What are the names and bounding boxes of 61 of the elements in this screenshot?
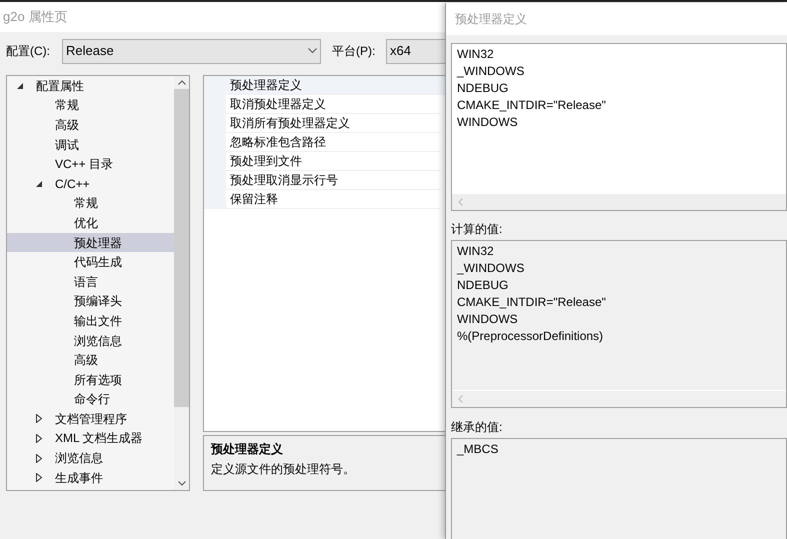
computed-line: WIN32	[457, 243, 495, 260]
expanded-arrow-icon[interactable]	[36, 180, 42, 187]
definition-line: WIN32	[457, 46, 495, 63]
tree-item[interactable]: 高级	[7, 115, 174, 135]
configuration-dropdown[interactable]: Release	[62, 38, 321, 64]
computed-line: %(PreprocessorDefinitions)	[457, 328, 604, 345]
description-text: 定义源文件的预处理符号。	[211, 461, 356, 478]
scrollbar-thumb[interactable]	[174, 89, 189, 407]
tree-item[interactable]: 语言	[7, 272, 174, 292]
property-name[interactable]: 预处理到文件	[226, 152, 441, 171]
tree-item[interactable]: 常规	[7, 96, 174, 116]
platform-label: 平台(P):	[332, 43, 376, 60]
collapsed-arrow-icon[interactable]	[36, 414, 42, 424]
definition-line: NDEBUG	[457, 80, 510, 97]
computed-line: CMAKE_INTDIR="Release"	[457, 294, 607, 311]
property-name[interactable]: 取消所有预处理器定义	[226, 114, 441, 133]
tree-item[interactable]: 生成事件	[7, 468, 174, 488]
configuration-label: 配置(C):	[6, 43, 51, 60]
definitions-field[interactable]: WIN32 _WINDOWS NDEBUG CMAKE_INTDIR="Release" WINDOWS	[451, 43, 787, 211]
definition-line: CMAKE_INTDIR="Release"	[457, 97, 607, 114]
inherited-line: _MBCS	[457, 441, 500, 458]
expanded-arrow-icon[interactable]	[17, 82, 23, 89]
tree-item[interactable]: 调试	[7, 134, 174, 154]
tree-item[interactable]: 常规	[7, 194, 174, 214]
collapsed-arrow-icon[interactable]	[36, 473, 42, 482]
scroll-up-icon[interactable]	[178, 80, 186, 85]
tree-item[interactable]: 优化	[7, 213, 174, 233]
window-title: g2o 属性页	[3, 8, 68, 26]
inherited-label: 继承的值:	[451, 419, 504, 436]
tree-item[interactable]: 浏览信息	[7, 330, 174, 350]
tree-item[interactable]: 配置属性	[7, 76, 174, 96]
definition-line: WINDOWS	[457, 114, 519, 131]
tree-item[interactable]: 预编译头	[7, 292, 174, 312]
dialog-title: 预处理器定义	[455, 11, 527, 28]
tree-item[interactable]: 预处理器	[7, 232, 174, 252]
tree-item[interactable]: 代码生成	[7, 252, 174, 272]
computed-line: _WINDOWS	[457, 260, 526, 277]
tree-item[interactable]: 命令行	[7, 390, 174, 410]
computed-line: WINDOWS	[457, 311, 519, 328]
property-name[interactable]: 预处理取消显示行号	[226, 171, 441, 190]
property-name[interactable]: 忽略标准包含路径	[226, 133, 441, 152]
chevron-down-icon	[308, 48, 317, 54]
tree-item[interactable]: 文档管理程序	[7, 409, 174, 429]
property-name[interactable]: 取消预处理器定义	[226, 95, 441, 114]
tree-item[interactable]: 输出文件	[7, 311, 174, 331]
scroll-down-icon[interactable]	[178, 481, 186, 486]
computed-line: NDEBUG	[457, 277, 510, 294]
vertical-scrollbar[interactable]	[174, 76, 189, 490]
tree-item[interactable]: 高级	[7, 350, 174, 370]
definition-line: _WINDOWS	[457, 63, 526, 80]
collapsed-arrow-icon[interactable]	[36, 434, 42, 443]
tree-item[interactable]: C/C++	[7, 174, 174, 194]
tree-item[interactable]: 所有选项	[7, 370, 174, 390]
collapsed-arrow-icon[interactable]	[36, 454, 42, 463]
tree-item[interactable]: 浏览信息	[7, 448, 174, 468]
computed-label: 计算的值:	[451, 221, 504, 238]
description-title: 预处理器定义	[211, 441, 284, 458]
tree-item[interactable]: XML 文档生成器	[7, 428, 174, 448]
property-name[interactable]: 保留注释	[226, 190, 441, 209]
tree-item[interactable]: VC++ 目录	[7, 154, 174, 174]
horizontal-scrollbar[interactable]	[452, 194, 786, 210]
